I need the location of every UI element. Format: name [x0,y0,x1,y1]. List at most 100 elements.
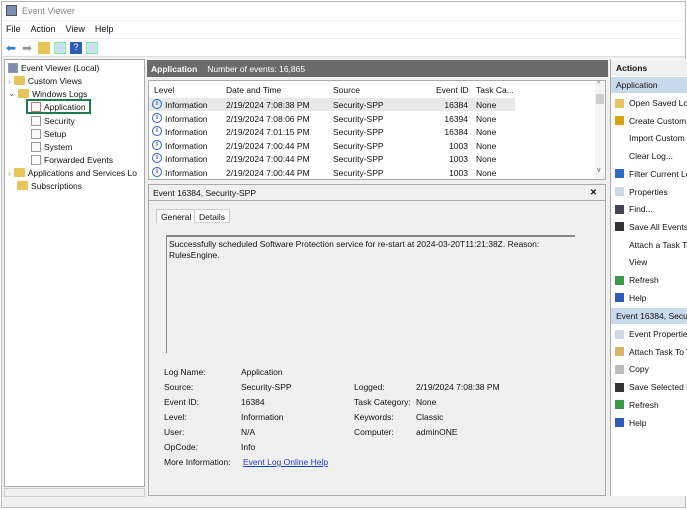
actions-pane: Actions Application Open Saved Log... Cre… [610,59,687,496]
tab-details[interactable]: Details [194,209,230,223]
cell-event-id: 1003 [449,167,468,178]
tree-item-subscriptions[interactable]: Subscriptions [17,179,82,192]
information-icon: i [152,153,162,163]
log-icon [31,115,41,126]
field-value: Info [241,442,256,452]
action-item[interactable]: Refresh [615,273,659,287]
action-item[interactable]: Filter Current Log... [615,167,687,181]
tree-item-applications-services[interactable]: › Applications and Services Lo [8,166,137,179]
tab-general[interactable]: General [156,209,197,223]
table-row[interactable]: i Information 2/19/2024 7:01:15 PM Secur… [149,125,515,138]
blank-icon [615,134,624,143]
action-item[interactable]: Clear Log... [615,149,673,163]
menu-action[interactable]: Action [31,24,56,34]
forward-arrow-icon[interactable]: ➡ [22,42,34,54]
collapse-chevron-icon[interactable]: ⌄ [8,88,15,99]
cell-source: Security-SPP [333,127,384,137]
column-header-source[interactable]: Source [333,85,360,95]
field-value: Application [241,367,283,377]
event-viewer-window: Event Viewer File Action View Help ⬅ ➡ ? Ev… [1,1,687,508]
action-item[interactable]: Event Properties [615,327,687,341]
cell-level: Information [165,127,208,137]
action-item[interactable]: Help [615,416,646,430]
menu-view[interactable]: View [66,24,85,34]
cell-event-id: 16394 [444,113,468,124]
table-row[interactable]: i Information 2/19/2024 7:08:38 PM Secur… [149,98,515,111]
cell-level: Information [165,167,208,178]
information-icon: i [152,99,162,109]
app-icon [6,5,17,16]
cell-task-category: None [476,113,497,124]
action-item[interactable]: Refresh [615,398,659,412]
action-item[interactable]: Find... [615,202,653,216]
action-item[interactable]: Help [615,291,646,305]
cell-date: 2/19/2024 7:00:44 PM [226,167,310,178]
scroll-up-icon[interactable]: ^ [597,81,600,88]
event-log-online-help-link[interactable]: Event Log Online Help [243,457,328,467]
action-item[interactable]: Attach Task To This Event... [615,345,687,359]
field-label: Task Category: [354,397,411,407]
table-row[interactable]: i Information 2/19/2024 7:08:06 PM Secur… [149,112,515,125]
information-icon: i [152,126,162,136]
up-folder-icon[interactable] [38,41,50,54]
menu-file[interactable]: File [6,24,21,34]
action-item[interactable]: Attach a Task To this Log... [615,238,687,252]
folder-icon [13,76,25,85]
action-item[interactable]: Copy [615,362,649,376]
action-item[interactable]: Open Saved Log... [615,96,687,110]
tree-item-custom-views[interactable]: › Custom Views [8,74,82,87]
field-label: Logged: [354,382,385,392]
column-header-task-category[interactable]: Task Ca... [476,85,514,95]
toolbar: ⬅ ➡ ? [2,39,685,57]
event-count: Number of events: 16,865 [207,64,306,74]
blank-icon [615,258,624,267]
close-icon[interactable]: ✕ [590,187,597,198]
table-row[interactable]: i Information 2/19/2024 7:00:44 PM Secur… [149,139,515,152]
table-row[interactable]: i Information 2/19/2024 7:00:44 PM Secur… [149,152,515,165]
tree-item-application[interactable]: Application [26,99,91,114]
blank-icon [615,240,624,249]
tree-item-system[interactable]: System [31,140,72,153]
center-pane: Application Number of events: 16,865 Leve… [147,59,608,496]
action-item[interactable]: Properties [615,185,668,199]
column-header-event-id[interactable]: Event ID [436,85,469,95]
tree-item-event-viewer-local[interactable]: Event Viewer (Local) [8,61,99,74]
actions-header: Actions [611,60,687,76]
cell-date: 2/19/2024 7:08:06 PM [226,113,310,124]
help-icon[interactable]: ? [70,41,82,54]
action-item[interactable]: View [615,255,647,269]
scroll-thumb[interactable] [596,94,604,104]
menu-help[interactable]: Help [95,24,114,34]
back-arrow-icon[interactable]: ⬅ [6,42,18,54]
column-header-date[interactable]: Date and Time [226,85,281,95]
actions-section-application[interactable]: Application [611,77,687,93]
cell-date: 2/19/2024 7:00:44 PM [226,154,310,164]
cell-event-id: 1003 [449,154,468,164]
cell-source: Security-SPP [333,154,384,164]
cell-event-id: 1003 [449,140,468,151]
scroll-down-icon[interactable]: v [597,167,601,174]
tree-item-security[interactable]: Security [31,114,75,127]
action-item[interactable]: Import Custom View... [615,131,687,145]
table-row[interactable]: i Information 2/19/2024 7:00:44 PM Secur… [149,166,515,179]
actions-section-event[interactable]: Event 16384, Security-SPP [611,308,687,324]
column-header-level[interactable]: Level [154,85,174,95]
field-label: Event ID: [164,397,199,407]
help-icon [615,418,624,427]
show-hide-tree-icon[interactable] [54,41,66,54]
more-info-label: More Information: [164,457,231,467]
field-label: Level: [164,412,187,422]
tree-item-forwarded-events[interactable]: Forwarded Events [31,153,113,166]
save-icon [615,222,624,232]
action-item[interactable]: Save All Events As... [615,220,687,234]
tree-item-setup[interactable]: Setup [31,127,66,140]
log-header: Application Number of events: 16,865 [147,60,608,77]
expand-chevron-icon[interactable]: › [8,168,11,178]
vertical-scrollbar[interactable]: ^ v [595,81,605,179]
expand-chevron-icon[interactable]: › [8,76,11,86]
show-hide-action-pane-icon[interactable] [86,41,98,54]
action-item[interactable]: Create Custom View... [615,114,687,128]
attach-task-icon [615,347,624,357]
horizontal-scrollbar[interactable] [4,488,145,497]
action-item[interactable]: Save Selected Events... [615,380,687,394]
